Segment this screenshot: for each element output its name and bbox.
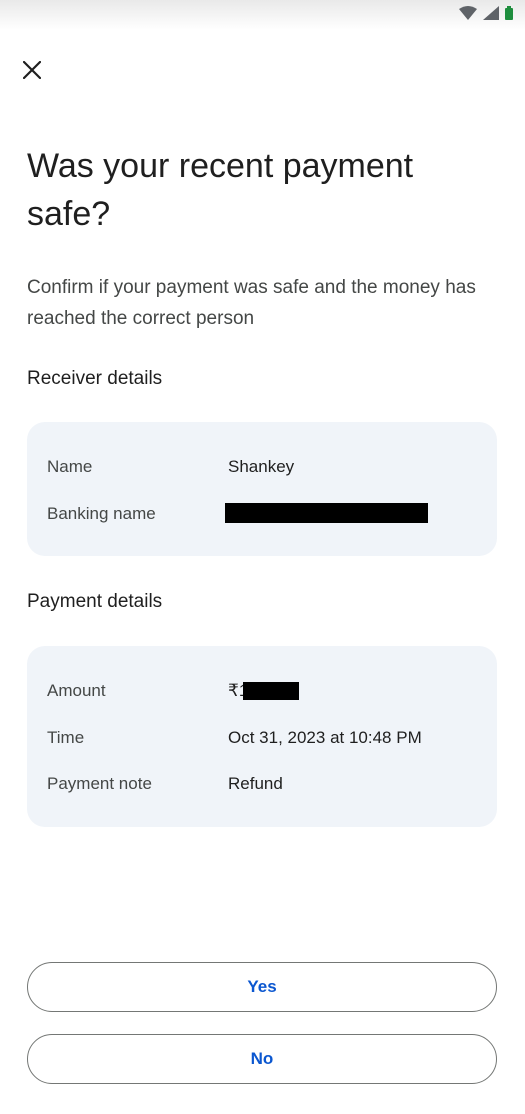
payment-note-value: Refund — [228, 774, 283, 793]
time-label: Time — [47, 728, 85, 747]
banking-name-label: Banking name — [47, 504, 156, 523]
wifi-icon — [459, 6, 477, 25]
time-value: Oct 31, 2023 at 10:48 PM — [228, 728, 422, 747]
amount-label: Amount — [47, 681, 106, 700]
time-row: Time Oct 31, 2023 at 10:48 PM — [47, 726, 487, 750]
receiver-name-label: Name — [47, 457, 93, 476]
payment-note-label: Payment note — [47, 774, 152, 793]
no-button[interactable]: No — [27, 1034, 497, 1084]
receiver-details-heading: Receiver details — [27, 368, 163, 389]
yes-button[interactable]: Yes — [27, 962, 497, 1012]
status-icons — [459, 6, 513, 25]
payment-details-card: Amount ₹1 Time Oct 31, 2023 at 10:48 PM … — [27, 646, 497, 827]
signal-icon — [483, 6, 499, 25]
receiver-name-row: Name Shankey — [47, 455, 487, 479]
page-description: Confirm if your payment was safe and the… — [27, 277, 476, 329]
payment-note-row: Payment note Refund — [47, 772, 487, 796]
close-button[interactable] — [16, 56, 48, 88]
receiver-details-card: Name Shankey Banking name — [27, 422, 497, 556]
page-title: Was your recent payment safe? — [27, 147, 414, 233]
status-bar — [0, 0, 525, 30]
payment-details-heading: Payment details — [27, 591, 163, 612]
redacted-amount — [243, 682, 299, 700]
redacted-banking-name — [225, 503, 428, 523]
receiver-name-value: Shankey — [228, 457, 295, 476]
close-icon — [22, 60, 42, 84]
battery-icon — [505, 6, 513, 25]
